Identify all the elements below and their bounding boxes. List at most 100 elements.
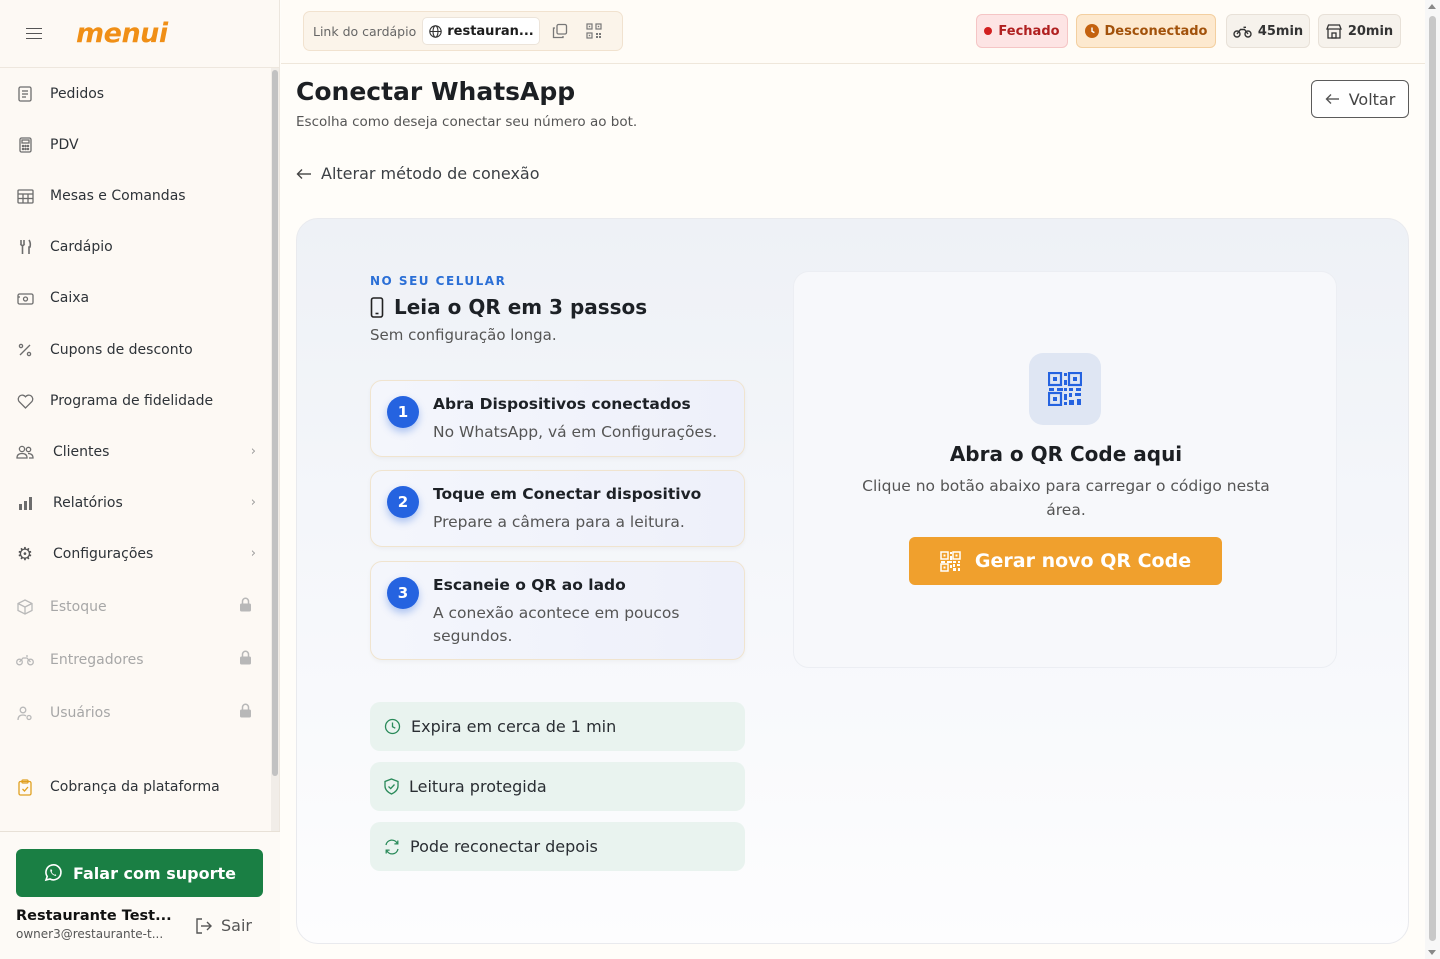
clock-icon: [1084, 24, 1099, 38]
logout-icon: [195, 917, 213, 934]
sidebar-item-entregadores: Entregadores: [0, 635, 270, 685]
back-label: Voltar: [1348, 89, 1396, 109]
refresh-icon: [384, 839, 400, 855]
step-desc: No WhatsApp, vá em Configurações.: [433, 423, 718, 441]
step-title: Escaneie o QR ao lado: [433, 576, 626, 594]
sidebar-scrollbar[interactable]: [271, 68, 279, 832]
qr-code-icon: [940, 550, 961, 572]
motorcycle-icon: [1233, 25, 1252, 38]
cash-register-icon: [16, 289, 34, 307]
chevron-right-icon: ›: [250, 495, 256, 510]
sidebar-item-label: Caixa: [50, 290, 90, 306]
step-card: 1 Abra Dispositivos conectados No WhatsA…: [370, 380, 745, 457]
qr-code-icon: [1029, 353, 1101, 425]
users-icon: [16, 443, 34, 461]
chevron-right-icon: ›: [250, 444, 256, 459]
lock-icon: [239, 650, 252, 669]
page-subtitle: Escolha como deseja conectar seu número …: [296, 114, 638, 130]
clock-icon: [384, 718, 401, 735]
step-number: 2: [387, 486, 419, 518]
copy-icon[interactable]: [552, 23, 568, 39]
sidebar-item-pdv[interactable]: PDV: [0, 120, 270, 170]
info-label: Pode reconectar depois: [410, 837, 598, 856]
support-button[interactable]: Falar com suporte: [16, 849, 263, 897]
chevron-right-icon: ›: [250, 546, 256, 561]
change-method-label: Alterar método de conexão: [321, 164, 540, 183]
sidebar-item-pedidos[interactable]: Pedidos: [0, 69, 270, 119]
sidebar-item-estoque: Estoque: [0, 582, 270, 632]
sidebar-item-configuracoes[interactable]: ⚙ Configurações ›: [0, 529, 270, 579]
percent-icon: [16, 341, 34, 359]
bar-chart-icon: [16, 494, 34, 512]
info-expires: Expira em cerca de 1 min: [370, 702, 745, 751]
menu-link-value: restauran...: [447, 23, 534, 39]
menu-icon[interactable]: [26, 27, 42, 40]
sidebar-item-label: Pedidos: [50, 86, 105, 102]
sidebar-item-label: Estoque: [50, 599, 107, 615]
step-number: 1: [387, 396, 419, 428]
change-method-link[interactable]: Alterar método de conexão: [296, 164, 540, 183]
arrow-left-icon: [1325, 93, 1340, 105]
lock-icon: [239, 703, 252, 722]
sidebar-item-clientes[interactable]: Clientes ›: [0, 427, 270, 477]
whatsapp-status-badge[interactable]: Desconectado: [1076, 14, 1216, 48]
logo[interactable]: menui: [76, 18, 168, 49]
globe-icon: [429, 24, 442, 38]
logout-label: Sair: [221, 916, 252, 935]
page-scrollbar[interactable]: [1425, 0, 1440, 959]
generate-qr-label: Gerar novo QR Code: [974, 550, 1192, 572]
scrollbar-thumb[interactable]: [1429, 16, 1436, 941]
step-number: 3: [387, 577, 419, 609]
status-dot-icon: [984, 27, 993, 35]
delivery-time: 45min: [1257, 23, 1304, 39]
guide-subheading: Sem configuração longa.: [370, 326, 557, 344]
qr-description: Clique no botão abaixo para carregar o c…: [862, 477, 1270, 519]
user-email: owner3@restaurante-t...: [16, 927, 164, 941]
back-button[interactable]: Voltar: [1311, 80, 1409, 118]
user-cog-icon: [16, 704, 34, 722]
qr-title: Abra o QR Code aqui: [949, 442, 1183, 466]
sidebar-item-mesas[interactable]: Mesas e Comandas: [0, 171, 270, 221]
sidebar-item-label: Mesas e Comandas: [50, 188, 186, 204]
step-desc: A conexão acontece em poucos segundos.: [433, 604, 680, 645]
sidebar-item-label: Relatórios: [53, 495, 123, 511]
delivery-time-badge[interactable]: 45min: [1226, 14, 1310, 48]
generate-qr-button[interactable]: Gerar novo QR Code: [909, 537, 1222, 585]
smartphone-icon: [370, 296, 384, 318]
lock-icon: [239, 597, 252, 616]
table-icon: [16, 187, 34, 205]
sidebar-item-label: Cupons de desconto: [50, 342, 193, 358]
sidebar-item-fidelidade[interactable]: Programa de fidelidade: [0, 376, 270, 426]
sidebar-item-caixa[interactable]: Caixa: [0, 273, 270, 323]
sidebar: menui Pedidos PDV Mesas e Comandas Cardá…: [0, 0, 280, 959]
sidebar-footer: Falar com suporte Restaurante Test... ow…: [0, 831, 280, 959]
info-reconnect: Pode reconectar depois: [370, 822, 745, 871]
whatsapp-icon: [43, 863, 63, 883]
scroll-down-icon[interactable]: [1428, 950, 1436, 955]
scrollbar-thumb[interactable]: [272, 70, 278, 776]
calculator-icon: [16, 136, 34, 154]
menu-link-box: Link do cardápio restauran...: [303, 11, 623, 51]
sidebar-item-label: Cardápio: [50, 239, 113, 255]
step-card: 2 Toque em Conectar dispositivo Prepare …: [370, 470, 745, 547]
sidebar-item-cardapio[interactable]: Cardápio: [0, 222, 270, 272]
sidebar-item-label: Clientes: [53, 444, 110, 460]
guide-eyebrow: NO SEU CELULAR: [370, 274, 507, 288]
sidebar-item-relatorios[interactable]: Relatórios ›: [0, 478, 270, 528]
arrow-left-icon: [296, 168, 312, 180]
utensils-icon: [16, 238, 34, 256]
pickup-time-badge[interactable]: 20min: [1318, 14, 1401, 48]
page-title: Conectar WhatsApp: [296, 77, 576, 106]
qr-code-icon[interactable]: [586, 23, 602, 39]
sidebar-item-cobranca[interactable]: Cobrança da plataforma: [0, 762, 270, 812]
menu-link-field[interactable]: restauran...: [422, 17, 541, 45]
store-status-badge[interactable]: Fechado: [976, 14, 1068, 48]
support-label: Falar com suporte: [73, 863, 236, 883]
sidebar-item-cupons[interactable]: Cupons de desconto: [0, 325, 270, 375]
sidebar-item-label: Programa de fidelidade: [50, 393, 214, 409]
sidebar-header: menui: [0, 0, 279, 68]
scroll-up-icon[interactable]: [1428, 4, 1436, 9]
step-title: Abra Dispositivos conectados: [433, 395, 691, 413]
qr-display-panel: Abra o QR Code aqui Clique no botão abai…: [793, 271, 1337, 668]
logout-button[interactable]: Sair: [195, 916, 252, 935]
